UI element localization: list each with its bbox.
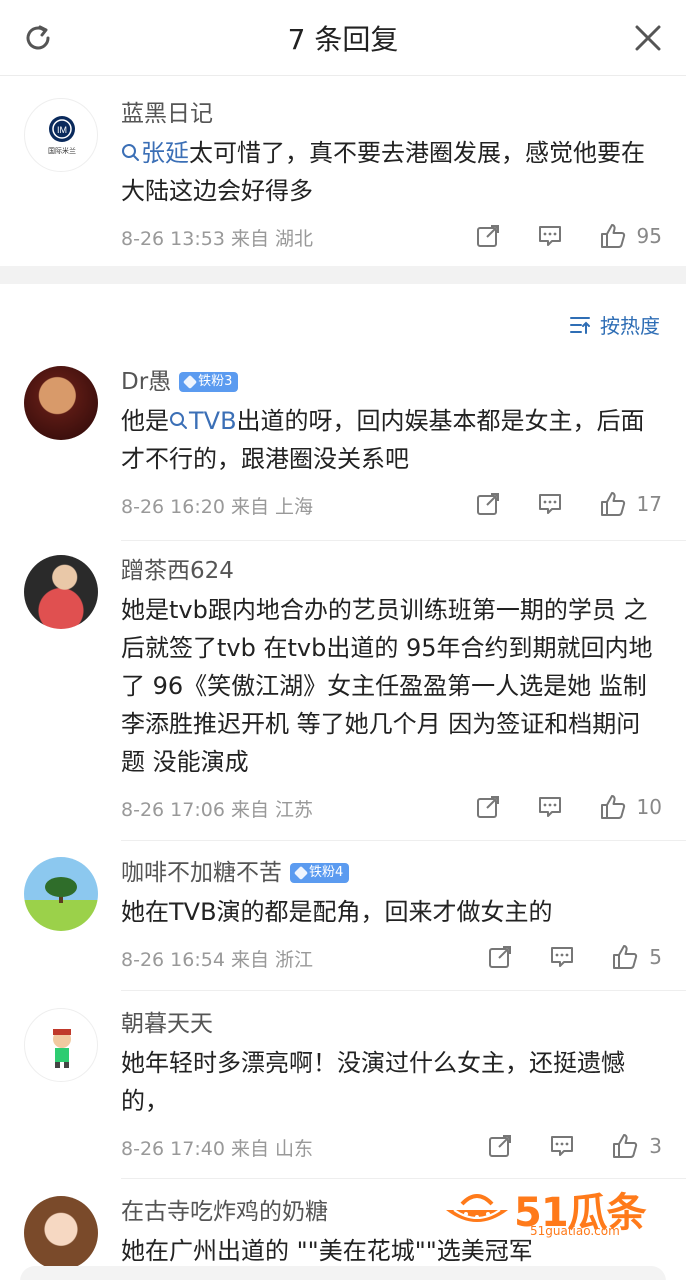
share-icon[interactable] xyxy=(475,794,501,820)
search-icon xyxy=(122,144,139,161)
fan-badge: 铁粉3 xyxy=(179,372,239,392)
thumbs-up-icon xyxy=(613,945,638,969)
svg-text:国际米兰: 国际米兰 xyxy=(48,146,76,155)
avatar[interactable] xyxy=(24,1196,98,1270)
topic-link[interactable]: TVB xyxy=(169,407,237,435)
divider xyxy=(121,540,686,541)
like-count: 5 xyxy=(649,945,662,969)
comment-text: 他是 TVB出道的呀，回内娱基本都是女主，后面才不行的，跟港圈没关系吧 xyxy=(121,407,645,473)
comment-actions: 95 xyxy=(439,222,662,250)
thumbs-up-icon xyxy=(613,1134,638,1158)
topic-link[interactable]: 张延 xyxy=(121,139,189,167)
username[interactable]: 蓝黑日记 xyxy=(121,98,662,130)
timestamp: 8-26 16:54 来自 浙江 xyxy=(121,949,313,971)
comment-icon[interactable] xyxy=(537,794,563,820)
thumbs-up-icon xyxy=(600,224,625,248)
comment-meta: 8-26 16:54 来自 浙江 5 xyxy=(121,943,662,973)
diamond-icon xyxy=(183,374,198,390)
reply-input-bar[interactable] xyxy=(20,1266,666,1280)
comment-meta: 8-26 17:40 来自 山东 3 xyxy=(121,1132,662,1162)
timestamp: 8-26 16:20 来自 上海 xyxy=(121,496,313,518)
avatar[interactable] xyxy=(24,1008,98,1082)
sort-icon xyxy=(570,316,590,334)
comment-icon[interactable] xyxy=(549,944,575,970)
svg-text:IM: IM xyxy=(57,125,67,135)
avatar[interactable] xyxy=(24,555,98,629)
comment-icon[interactable] xyxy=(537,491,563,517)
search-icon xyxy=(170,412,187,429)
section-divider xyxy=(0,266,686,284)
like-button[interactable]: 5 xyxy=(611,943,662,971)
watermark-logo: 51瓜条 51guatiao.com xyxy=(442,1180,662,1238)
comment-meta: 8-26 17:06 来自 江苏 10 xyxy=(121,793,662,823)
tree-icon xyxy=(45,877,77,903)
timestamp: 8-26 13:53 来自 湖北 xyxy=(121,228,313,250)
comment-body: 朝暮天天 她年轻时多漂亮啊！没演过什么女主，还挺遗憾的， 8-26 17:40 … xyxy=(121,1008,662,1162)
share-icon[interactable] xyxy=(475,223,501,249)
cartoon-person-icon xyxy=(53,1029,71,1068)
comment-meta: 8-26 16:20 来自 上海 17 xyxy=(121,490,662,520)
share-icon[interactable] xyxy=(487,1133,513,1159)
comment-actions: 17 xyxy=(439,490,662,518)
comment-icon[interactable] xyxy=(537,223,563,249)
like-button[interactable]: 17 xyxy=(599,490,662,518)
comment-actions: 3 xyxy=(451,1132,662,1160)
sort-label: 按热度 xyxy=(600,314,660,338)
timestamp: 8-26 17:06 来自 江苏 xyxy=(121,799,313,821)
like-button[interactable]: 10 xyxy=(599,793,662,821)
comment-body: 咖啡不加糖不苦 铁粉4 她在TVB演的都是配角，回来才做女主的 8-26 16:5… xyxy=(121,857,662,973)
username[interactable]: 蹭茶西624 xyxy=(121,555,662,587)
like-count: 10 xyxy=(636,795,662,819)
comment-text: 张延太可惜了，真不要去港圈发展，感觉他要在大陆这边会好得多 xyxy=(121,139,645,205)
share-icon[interactable] xyxy=(475,491,501,517)
divider xyxy=(121,990,686,991)
comment-body: 蓝黑日记 张延太可惜了，真不要去港圈发展，感觉他要在大陆这边会好得多 8-26 … xyxy=(121,98,662,252)
like-count: 3 xyxy=(649,1134,662,1158)
fan-badge: 铁粉4 xyxy=(290,863,350,883)
sort-by-hot-button[interactable]: 按热度 xyxy=(568,310,660,339)
comment-actions: 5 xyxy=(451,943,662,971)
comment-text: 她在TVB演的都是配角，回来才做女主的 xyxy=(121,898,553,926)
inter-logo-icon: IM 国际米兰 xyxy=(48,116,76,155)
close-icon[interactable] xyxy=(632,22,664,54)
top-bar: 7 条回复 xyxy=(0,0,686,76)
username[interactable]: 朝暮天天 xyxy=(121,1008,662,1040)
comment-icon[interactable] xyxy=(549,1133,575,1159)
like-count: 95 xyxy=(636,224,662,248)
like-count: 17 xyxy=(636,492,662,516)
page-title: 7 条回复 xyxy=(287,23,399,56)
like-button[interactable]: 3 xyxy=(611,1132,662,1160)
thumbs-up-icon xyxy=(600,492,625,516)
avatar[interactable] xyxy=(24,366,98,440)
timestamp: 8-26 17:40 来自 山东 xyxy=(121,1138,313,1160)
divider xyxy=(121,1178,686,1179)
username[interactable]: Dr愚 铁粉3 xyxy=(121,366,662,398)
like-button[interactable]: 95 xyxy=(599,222,662,250)
watermark-url: 51guatiao.com xyxy=(530,1224,620,1238)
share-icon[interactable] xyxy=(487,944,513,970)
thumbs-up-icon xyxy=(600,795,625,819)
comment-body: 蹭茶西624 她是tvb跟内地合办的艺员训练班第一期的学员 之后就签了tvb 在… xyxy=(121,555,662,823)
avatar[interactable]: IM 国际米兰 xyxy=(24,98,98,172)
avatar[interactable] xyxy=(24,857,98,931)
divider xyxy=(121,840,686,841)
comment-actions: 10 xyxy=(439,793,662,821)
comment-text: 她年轻时多漂亮啊！没演过什么女主，还挺遗憾的， xyxy=(121,1049,625,1115)
comment-meta: 8-26 13:53 来自 湖北 95 xyxy=(121,222,662,252)
comment-text: 她是tvb跟内地合办的艺员训练班第一期的学员 之后就签了tvb 在tvb出道的 … xyxy=(121,596,653,776)
username[interactable]: 咖啡不加糖不苦 铁粉4 xyxy=(121,857,662,889)
comment-body: Dr愚 铁粉3 他是 TVB出道的呀，回内娱基本都是女主，后面才不行的，跟港圈没关系… xyxy=(121,366,662,520)
watermelon-icon xyxy=(446,1194,508,1222)
diamond-icon xyxy=(293,865,309,881)
